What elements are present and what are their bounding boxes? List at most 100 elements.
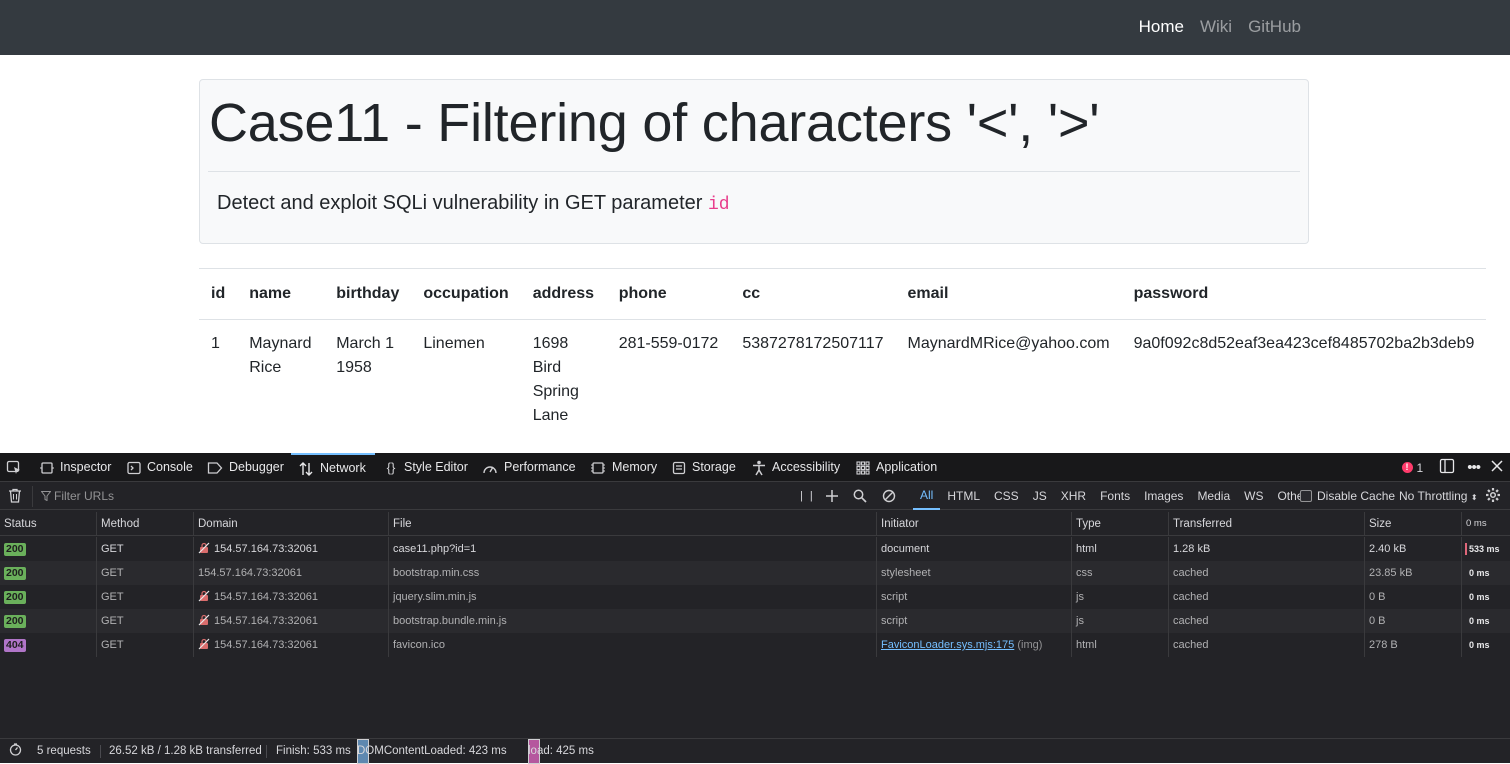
tab-debugger[interactable]: Debugger bbox=[207, 453, 284, 482]
add-request-icon[interactable] bbox=[825, 483, 839, 510]
type-filter-tabs: All HTML CSS JS XHR Fonts Images Media W… bbox=[913, 483, 1314, 510]
type-filter-ws[interactable]: WS bbox=[1237, 483, 1270, 510]
tab-accessibility[interactable]: Accessibility bbox=[752, 453, 840, 482]
type-filter-xhr[interactable]: XHR bbox=[1054, 483, 1093, 510]
type-filter-js[interactable]: JS bbox=[1026, 483, 1054, 510]
block-requests-icon[interactable] bbox=[882, 483, 896, 510]
col-method[interactable]: Method bbox=[97, 512, 194, 536]
error-count-badge[interactable]: ! 1 bbox=[1401, 461, 1423, 475]
col-id: id bbox=[199, 268, 238, 320]
file-text: bootstrap.bundle.min.js bbox=[393, 615, 507, 627]
size-text: 278 B bbox=[1369, 639, 1398, 651]
tab-style-editor[interactable]: {} Style Editor bbox=[384, 453, 468, 482]
cell-id: 1 bbox=[211, 335, 220, 352]
lead-description: Detect and exploit SQLi vulnerability in… bbox=[217, 192, 703, 214]
param-code: id bbox=[707, 195, 730, 215]
col-status[interactable]: Status bbox=[0, 512, 97, 536]
close-devtools-icon[interactable] bbox=[1490, 459, 1504, 476]
search-icon[interactable] bbox=[853, 483, 867, 510]
tab-storage[interactable]: Storage bbox=[672, 453, 736, 482]
col-waterfall[interactable]: 0 ms bbox=[1462, 512, 1510, 536]
tab-application[interactable]: Application bbox=[856, 453, 937, 482]
initiator-extra: (img) bbox=[1017, 639, 1043, 651]
type-filter-html[interactable]: HTML bbox=[940, 483, 987, 510]
col-transferred[interactable]: Transferred bbox=[1169, 512, 1365, 536]
dock-side-icon[interactable] bbox=[1439, 458, 1455, 477]
type-filter-fonts[interactable]: Fonts bbox=[1093, 483, 1137, 510]
more-options-icon[interactable]: ••• bbox=[1467, 459, 1481, 476]
tab-console[interactable]: Console bbox=[127, 453, 193, 482]
domain-text: 154.57.164.73:32061 bbox=[214, 543, 318, 555]
throttling-select[interactable]: No Throttling ⬍ bbox=[1399, 483, 1478, 510]
request-row[interactable]: 200 GET 154.57.164.73:32061 bootstrap.bundl… bbox=[0, 609, 1510, 633]
divider bbox=[208, 171, 1300, 172]
inspector-icon bbox=[40, 461, 54, 474]
disable-cache-checkbox[interactable] bbox=[1300, 490, 1312, 502]
tab-inspector[interactable]: Inspector bbox=[40, 453, 111, 482]
stopwatch-icon bbox=[9, 739, 22, 764]
disable-cache-toggle[interactable]: Disable Cache bbox=[1300, 483, 1395, 510]
col-initiator[interactable]: Initiator bbox=[877, 512, 1072, 536]
nav-link-github[interactable]: GitHub bbox=[1248, 17, 1301, 37]
cell-cc: 5387278172507117 bbox=[742, 335, 884, 352]
type-text: js bbox=[1076, 615, 1084, 627]
col-birthday: birthday bbox=[324, 268, 412, 320]
tab-performance[interactable]: Performance bbox=[482, 453, 576, 482]
request-file: case11.php?id=1 bbox=[389, 537, 877, 561]
tab-network[interactable]: Network bbox=[291, 453, 375, 482]
domain-text: 154.57.164.73:32061 bbox=[214, 639, 318, 651]
request-type: js bbox=[1072, 609, 1169, 633]
initiator-text: stylesheet bbox=[881, 567, 931, 579]
col-type[interactable]: Type bbox=[1072, 512, 1169, 536]
request-row[interactable]: 200 GET 154.57.164.73:32061 bootstrap.min.c… bbox=[0, 561, 1510, 585]
summary-finish: Finish: 533 ms bbox=[276, 745, 351, 757]
type-filter-media[interactable]: Media bbox=[1190, 483, 1237, 510]
timing-text: 0 ms bbox=[1469, 568, 1490, 578]
request-initiator: script bbox=[877, 585, 1072, 609]
request-row[interactable]: 200 GET 154.57.164.73:32061 case11.php?id=1… bbox=[0, 537, 1510, 561]
network-summary-bar: 5 requests 26.52 kB / 1.28 kB transferre… bbox=[0, 738, 1510, 764]
col-file[interactable]: File bbox=[389, 512, 877, 536]
file-text: bootstrap.min.css bbox=[393, 567, 480, 579]
initiator-text[interactable]: FaviconLoader.sys.mjs:175 bbox=[881, 639, 1014, 651]
file-text: jquery.slim.min.js bbox=[393, 591, 477, 603]
throttling-value: No Throttling bbox=[1399, 489, 1468, 503]
method-text: GET bbox=[101, 567, 124, 579]
request-method: GET bbox=[97, 585, 194, 609]
type-text: js bbox=[1076, 591, 1084, 603]
request-type: css bbox=[1072, 561, 1169, 585]
method-text: GET bbox=[101, 543, 124, 555]
network-settings-gear-icon[interactable] bbox=[1485, 483, 1501, 510]
tab-storage-label: Storage bbox=[692, 460, 736, 474]
summary-divider bbox=[266, 745, 267, 758]
type-filter-images[interactable]: Images bbox=[1137, 483, 1190, 510]
file-text: case11.php?id=1 bbox=[393, 543, 477, 555]
request-row[interactable]: 200 GET 154.57.164.73:32061 jquery.slim.min… bbox=[0, 585, 1510, 609]
nav-link-home[interactable]: Home bbox=[1139, 17, 1184, 37]
request-row[interactable]: 404 GET 154.57.164.73:32061 favicon.ico Favi… bbox=[0, 633, 1510, 657]
filter-urls-input[interactable]: Filter URLs bbox=[32, 486, 772, 507]
col-size[interactable]: Size bbox=[1365, 512, 1462, 536]
size-text: 0 B bbox=[1369, 591, 1386, 603]
pause-icon[interactable]: | | bbox=[800, 483, 815, 510]
request-status: 200 bbox=[0, 561, 97, 585]
request-transferred: cached bbox=[1169, 561, 1365, 585]
tab-memory[interactable]: Memory bbox=[590, 453, 657, 482]
element-picker-icon[interactable] bbox=[6, 453, 22, 482]
cell-name: Maynard Rice bbox=[249, 335, 312, 376]
type-filter-css[interactable]: CSS bbox=[987, 483, 1026, 510]
col-domain[interactable]: Domain bbox=[194, 512, 389, 536]
domain-text: 154.57.164.73:32061 bbox=[198, 567, 302, 579]
cell-occupation: Linemen bbox=[423, 335, 485, 352]
clear-requests-icon[interactable] bbox=[8, 483, 22, 510]
network-request-list: 200 GET 154.57.164.73:32061 case11.php?id=1… bbox=[0, 537, 1510, 657]
transferred-text: cached bbox=[1173, 639, 1209, 651]
transferred-text: cached bbox=[1173, 567, 1209, 579]
summary-divider bbox=[100, 745, 101, 758]
summary-requests: 5 requests bbox=[37, 745, 91, 757]
summary-dcl-text: DOMContentLoaded: 423 ms bbox=[357, 745, 507, 757]
status-badge: 200 bbox=[4, 591, 26, 604]
nav-link-wiki[interactable]: Wiki bbox=[1200, 17, 1232, 37]
type-filter-all[interactable]: All bbox=[913, 483, 941, 510]
request-type: html bbox=[1072, 537, 1169, 561]
